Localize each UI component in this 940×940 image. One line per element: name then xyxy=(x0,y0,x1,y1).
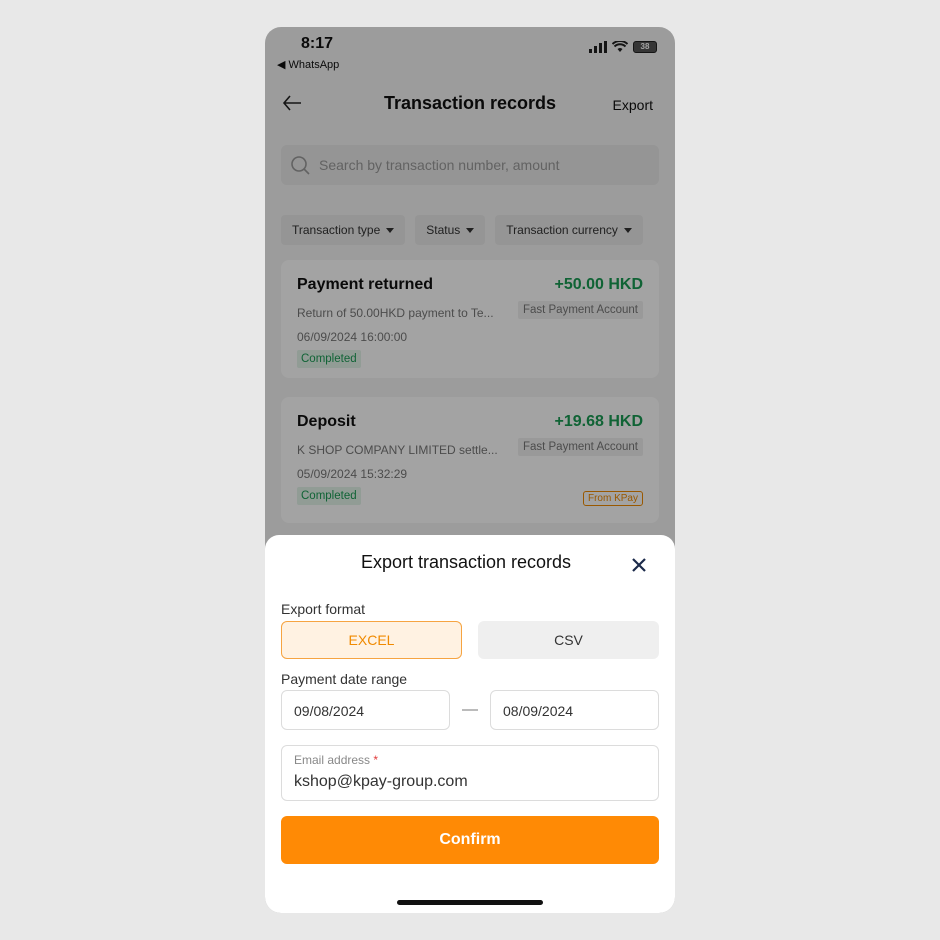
date-range-label: Payment date range xyxy=(281,671,408,687)
email-label-text: Email address xyxy=(294,753,371,767)
confirm-button[interactable]: Confirm xyxy=(281,816,659,864)
close-icon[interactable] xyxy=(629,555,649,575)
email-label: Email address * xyxy=(294,753,378,767)
date-from-field[interactable]: 09/08/2024 xyxy=(281,690,450,730)
home-indicator xyxy=(397,900,543,905)
date-range-separator xyxy=(462,709,478,711)
email-value: kshop@kpay-group.com xyxy=(294,773,468,790)
format-excel-option[interactable]: EXCEL xyxy=(281,621,462,659)
format-csv-option[interactable]: CSV xyxy=(478,621,659,659)
email-field[interactable]: Email address * kshop@kpay-group.com xyxy=(281,745,659,801)
export-format-label: Export format xyxy=(281,601,366,617)
date-to-field[interactable]: 08/09/2024 xyxy=(490,690,659,730)
required-mark: * xyxy=(373,753,379,767)
phone-screen: 8:17 ◀ WhatsApp 38 Transaction records E… xyxy=(265,27,675,913)
export-sheet: Export transaction records Export format… xyxy=(265,535,675,913)
sheet-title: Export transaction records xyxy=(360,552,572,572)
